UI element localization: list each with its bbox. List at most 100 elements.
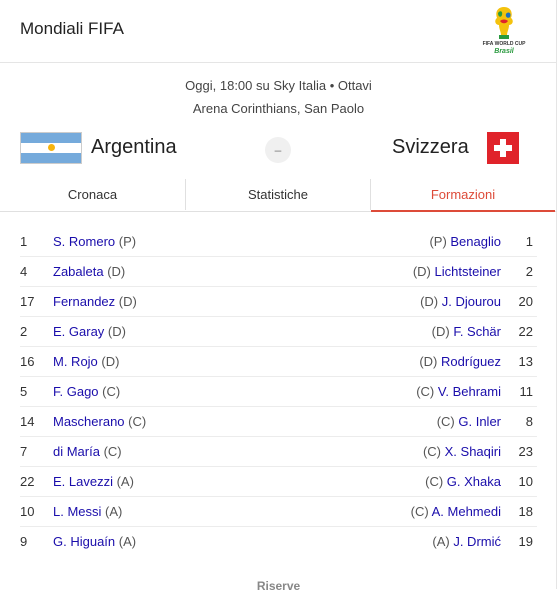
away-player-name[interactable]: F. Schär	[453, 324, 501, 339]
lineup-row: 16 M. Rojo (D) (D) Rodríguez 13	[20, 347, 537, 377]
lineup-row: 2 E. Garay (D) (D) F. Schär 22	[20, 317, 537, 347]
home-player-name[interactable]: Zabaleta	[53, 264, 104, 279]
away-player-number: 20	[518, 294, 533, 309]
lineup-row: 22 E. Lavezzi (A) (C) G. Xhaka 10	[20, 467, 537, 497]
home-player-name[interactable]: Mascherano	[53, 414, 125, 429]
home-player: G. Higuaín (A)	[53, 527, 136, 557]
home-player-number: 17	[20, 294, 35, 309]
away-player-name[interactable]: G. Xhaka	[447, 474, 501, 489]
fifa-world-cup-logo-icon: FIFA WORLD CUP Brasil	[481, 5, 527, 59]
away-player-role: (C)	[410, 504, 432, 519]
trophy-icon	[495, 7, 513, 39]
away-player-name[interactable]: G. Inler	[458, 414, 501, 429]
home-player-name[interactable]: F. Gago	[53, 384, 99, 399]
lineup-row: 9 G. Higuaín (A) (A) J. Drmić 19	[20, 527, 537, 557]
away-player-name[interactable]: X. Shaqiri	[445, 444, 501, 459]
section-heading-riserve: Riserve	[256, 579, 301, 593]
away-player-name[interactable]: J. Drmić	[453, 534, 501, 549]
home-player-number: 22	[20, 474, 35, 489]
home-player-number: 7	[20, 444, 28, 459]
home-player-number: 14	[20, 414, 35, 429]
match-time-info: Oggi, 18:00 su Sky Italia • Ottavi	[185, 78, 372, 93]
score-badge: –	[265, 137, 291, 163]
home-player: E. Lavezzi (A)	[53, 467, 134, 497]
away-player-role: (D)	[412, 264, 435, 279]
away-player-name[interactable]: Benaglio	[450, 234, 501, 249]
away-player-number: 8	[525, 414, 533, 429]
home-player-name[interactable]: di María	[53, 444, 100, 459]
lineup-row: 14 Mascherano (C) (C) G. Inler 8	[20, 407, 537, 437]
home-player: Mascherano (C)	[53, 407, 146, 437]
away-player-number: 11	[519, 384, 534, 399]
home-player-role: (C)	[124, 414, 147, 429]
lineup-row: 17 Fernandez (D) (D) J. Djourou 20	[20, 287, 537, 317]
match-card: Mondiali FIFA FIFA WORLD CUP Brasil Oggi…	[0, 0, 557, 593]
home-player-name[interactable]: S. Romero	[53, 234, 115, 249]
away-player: (C) V. Behrami	[416, 377, 501, 407]
lineup-row: 10 L. Messi (A) (C) A. Mehmedi 18	[20, 497, 537, 527]
home-player-number: 16	[20, 354, 35, 369]
lineup-row: 7 di María (C) (C) X. Shaqiri 23	[20, 437, 537, 467]
home-player: Fernandez (D)	[53, 287, 137, 317]
away-player-role: (A)	[432, 534, 454, 549]
away-player-name[interactable]: Lichtsteiner	[435, 264, 501, 279]
lineup-row: 5 F. Gago (C) (C) V. Behrami 11	[20, 377, 537, 407]
lineup-table: 1 S. Romero (P) (P) Benaglio 1 4 Zabaleta (D)…	[20, 227, 537, 557]
away-player-name[interactable]: J. Djourou	[442, 294, 501, 309]
card-title: Mondiali FIFA	[20, 19, 124, 38]
away-player-role: (D)	[431, 324, 454, 339]
away-player-role: (C)	[436, 414, 459, 429]
home-player-name[interactable]: E. Garay	[53, 324, 104, 339]
home-player-role: (D)	[104, 324, 126, 339]
tab-cronaca[interactable]: Cronaca	[0, 179, 185, 210]
away-player: (D) Rodríguez	[419, 347, 501, 377]
home-player-role: (A)	[101, 504, 123, 519]
tab-formazioni[interactable]: Formazioni	[371, 179, 555, 212]
home-player-name[interactable]: E. Lavezzi	[53, 474, 113, 489]
home-player-number: 10	[20, 504, 35, 519]
away-player: (D) F. Schär	[432, 317, 501, 347]
home-player-role: (A)	[115, 534, 137, 549]
home-player-name[interactable]: G. Higuaín	[53, 534, 115, 549]
match-tabs: Cronaca Statistiche Formazioni	[0, 179, 557, 212]
home-player-role: (C)	[99, 444, 122, 459]
home-player-number: 2	[20, 324, 28, 339]
home-player: E. Garay (D)	[53, 317, 126, 347]
home-player-number: 4	[20, 264, 28, 279]
lineup-row: 1 S. Romero (P) (P) Benaglio 1	[20, 227, 537, 257]
away-player-number: 13	[518, 354, 533, 369]
away-team-name[interactable]: Svizzera	[392, 136, 469, 159]
home-player-role: (D)	[115, 294, 137, 309]
home-player-role: (C)	[98, 384, 121, 399]
away-player: (C) X. Shaqiri	[423, 437, 501, 467]
logo-text: FIFA WORLD CUP	[482, 41, 526, 47]
home-player-name[interactable]: Fernandez	[53, 294, 115, 309]
away-player: (C) A. Mehmedi	[411, 497, 501, 527]
away-player-name[interactable]: V. Behrami	[438, 384, 501, 399]
home-player-name[interactable]: L. Messi	[53, 504, 101, 519]
away-player: (A) J. Drmić	[432, 527, 501, 557]
away-player-role: (C)	[416, 384, 438, 399]
away-player: (D) J. Djourou	[420, 287, 501, 317]
away-player-number: 23	[518, 444, 533, 459]
away-player: (D) Lichtsteiner	[413, 257, 501, 287]
away-player: (C) G. Inler	[437, 407, 501, 437]
home-player-role: (P)	[115, 234, 137, 249]
tab-statistiche[interactable]: Statistiche	[185, 179, 371, 210]
home-player: di María (C)	[53, 437, 122, 467]
away-player-role: (P)	[429, 234, 451, 249]
away-player-role: (D)	[420, 294, 442, 309]
away-player-number: 2	[525, 264, 533, 279]
home-player-number: 1	[20, 234, 28, 249]
away-player-role: (C)	[422, 444, 445, 459]
home-team-name[interactable]: Argentina	[91, 136, 177, 159]
away-player: (P) Benaglio	[429, 227, 501, 257]
home-player-name[interactable]: M. Rojo	[53, 354, 98, 369]
away-player-name[interactable]: A. Mehmedi	[432, 504, 501, 519]
logo-script: Brasil	[494, 48, 514, 55]
away-player-name[interactable]: Rodríguez	[441, 354, 501, 369]
lineup-row: 4 Zabaleta (D) (D) Lichtsteiner 2	[20, 257, 537, 287]
home-player-number: 5	[20, 384, 28, 399]
argentina-flag-icon	[20, 132, 82, 164]
away-player-number: 10	[518, 474, 533, 489]
